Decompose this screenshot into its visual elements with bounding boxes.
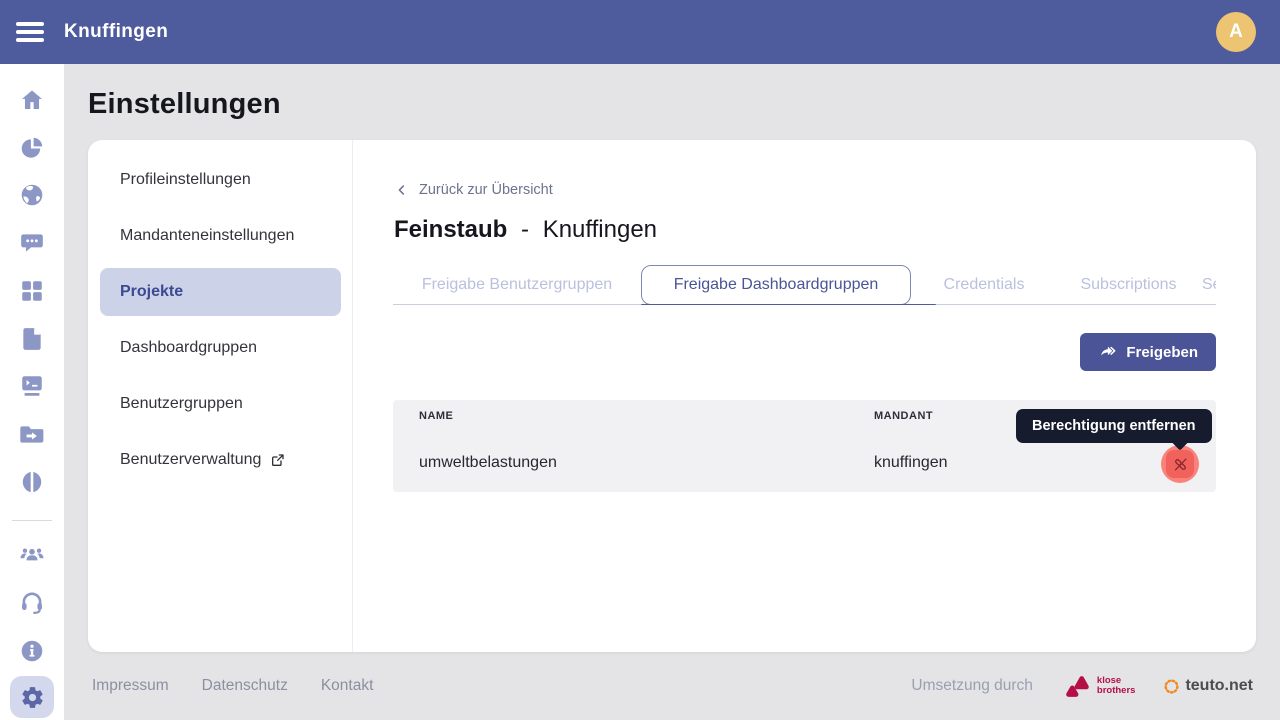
footer-link-kontakt[interactable]: Kontakt	[321, 677, 374, 695]
external-link-icon	[270, 452, 286, 468]
grid-icon[interactable]	[19, 278, 45, 304]
pie-chart-icon[interactable]	[19, 135, 45, 161]
sidebar-divider	[12, 520, 52, 521]
avatar[interactable]: A	[1216, 12, 1256, 52]
freigeben-button[interactable]: Freigeben	[1080, 333, 1216, 371]
nav-item-label: Mandanteneinstellungen	[120, 227, 294, 245]
nav-item-label: Benutzergruppen	[120, 395, 243, 413]
tab-credentials[interactable]: Credentials	[911, 265, 1057, 305]
nav-item-label: Benutzerverwaltung	[120, 451, 261, 469]
nav-item-dashboardgruppen[interactable]: Dashboardgruppen	[100, 324, 341, 372]
back-link[interactable]: Zurück zur Übersicht	[395, 182, 553, 198]
tab-bar: Freigabe Benutzergruppen Freigabe Dashbo…	[393, 262, 1216, 305]
cell-mandant: knuffingen	[874, 454, 948, 472]
tab-clipped[interactable]: Se	[1200, 265, 1216, 305]
project-detail-pane: Zurück zur Übersicht Feinstaub - Knuffin…	[353, 140, 1256, 652]
footer-link-datenschutz[interactable]: Datenschutz	[202, 677, 288, 695]
hamburger-menu-icon[interactable]	[16, 18, 44, 47]
folder-export-icon[interactable]	[19, 421, 45, 447]
chevron-left-icon	[395, 183, 409, 197]
project-title: Feinstaub - Knuffingen	[394, 216, 657, 244]
freigeben-button-label: Freigeben	[1126, 344, 1198, 361]
nav-item-label: Dashboardgruppen	[120, 339, 257, 357]
info-icon[interactable]	[19, 638, 45, 664]
top-bar: Knuffingen A	[0, 0, 1280, 64]
title-separator: -	[521, 216, 529, 243]
credit-label: Umsetzung durch	[911, 677, 1032, 695]
settings-nav: Profileinstellungen Mandanteneinstellung…	[88, 140, 353, 652]
tooltip: Berechtigung entfernen	[1016, 409, 1212, 443]
klose-brothers-icon	[1061, 670, 1093, 702]
chat-icon[interactable]	[19, 230, 45, 256]
unlink-icon	[1166, 450, 1194, 478]
tab-subscriptions[interactable]: Subscriptions	[1057, 265, 1200, 305]
document-icon[interactable]	[19, 326, 45, 352]
footer-links: Impressum Datenschutz Kontakt	[92, 652, 373, 720]
project-name: Feinstaub	[394, 216, 507, 243]
teuto-net-logo[interactable]: teuto.net	[1163, 677, 1253, 695]
gear-icon[interactable]	[10, 676, 54, 718]
remove-permission-button[interactable]	[1161, 445, 1199, 483]
icon-sidebar	[0, 64, 64, 720]
footer: Impressum Datenschutz Kontakt Umsetzung …	[64, 652, 1280, 720]
settings-card: Profileinstellungen Mandanteneinstellung…	[88, 140, 1256, 652]
tab-freigabe-dashboardgruppen[interactable]: Freigabe Dashboardgruppen	[641, 265, 911, 305]
headset-icon[interactable]	[19, 590, 45, 616]
terminal-icon[interactable]	[19, 373, 45, 399]
nav-item-benutzerverwaltung[interactable]: Benutzerverwaltung	[100, 436, 341, 484]
footer-credit-area: Umsetzung durch klose brothers teuto.net	[911, 652, 1253, 720]
nav-item-projekte[interactable]: Projekte	[100, 268, 341, 316]
nav-item-label: Profileinstellungen	[120, 171, 251, 189]
klose-brothers-logo[interactable]: klose brothers	[1061, 670, 1136, 702]
users-icon[interactable]	[19, 542, 45, 568]
share-icon	[1098, 343, 1117, 362]
globe-icon[interactable]	[19, 182, 45, 208]
teuto-sun-icon	[1163, 678, 1180, 695]
teuto-net-label: teuto.net	[1185, 677, 1253, 695]
column-header-name: NAME	[419, 410, 453, 422]
klose-brothers-label: klose brothers	[1097, 676, 1136, 696]
cell-name: umweltbelastungen	[419, 454, 557, 472]
nav-item-label: Projekte	[120, 283, 183, 301]
back-link-label: Zurück zur Übersicht	[419, 182, 553, 198]
nav-item-mandanteneinstellungen[interactable]: Mandanteneinstellungen	[100, 212, 341, 260]
home-icon[interactable]	[19, 87, 45, 113]
nav-item-profileinstellungen[interactable]: Profileinstellungen	[100, 156, 341, 204]
footer-link-impressum[interactable]: Impressum	[92, 677, 169, 695]
tab-freigabe-benutzergruppen[interactable]: Freigabe Benutzergruppen	[393, 265, 641, 305]
column-header-mandant: MANDANT	[874, 410, 933, 422]
app-title: Knuffingen	[64, 21, 168, 43]
nav-item-benutzergruppen[interactable]: Benutzergruppen	[100, 380, 341, 428]
page-title: Einstellungen	[88, 88, 281, 121]
split-circle-icon[interactable]	[19, 469, 45, 495]
tenant-name: Knuffingen	[543, 216, 657, 243]
